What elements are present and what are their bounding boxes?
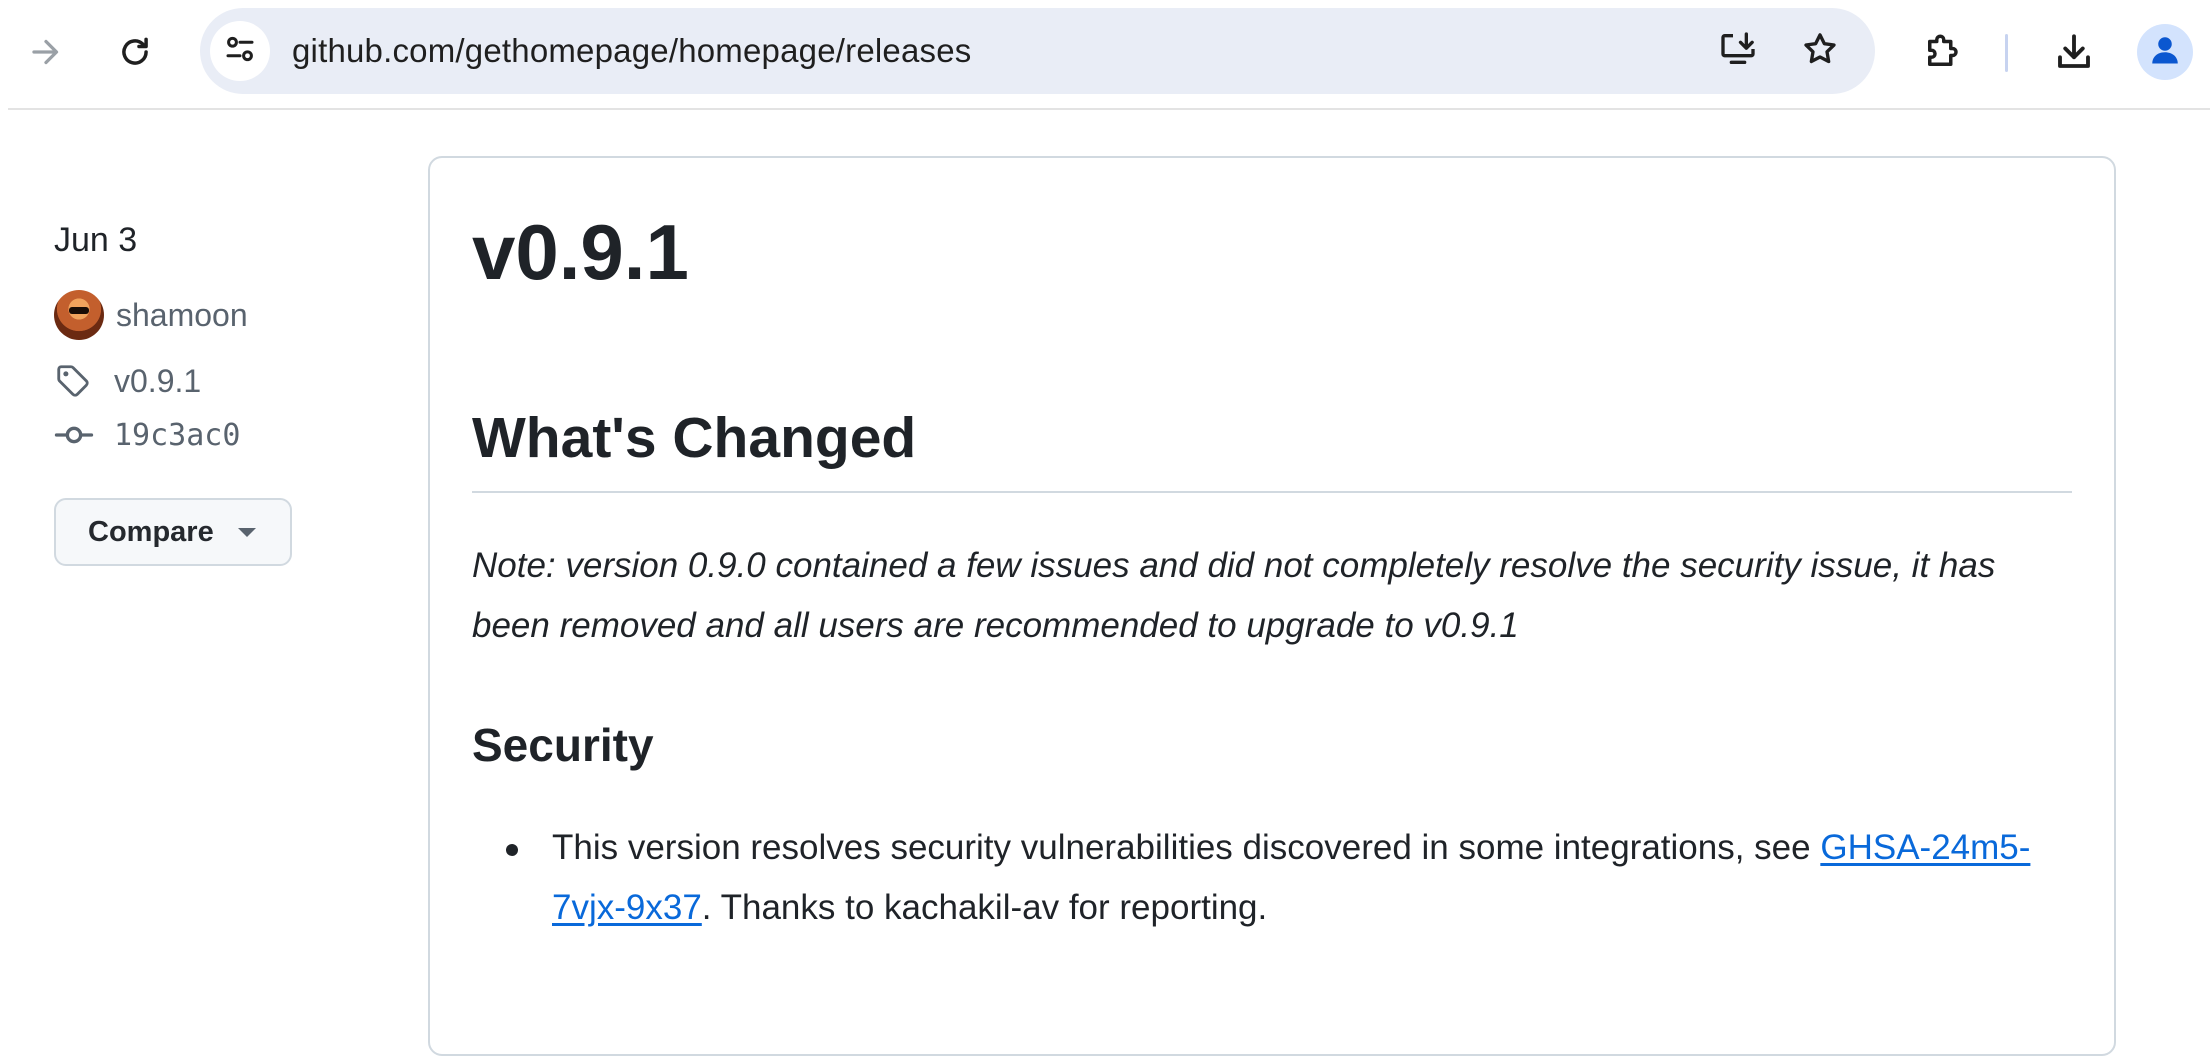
release-note: Note: version 0.9.0 contained a few issu…: [472, 546, 1996, 645]
site-info-button[interactable]: [210, 21, 270, 81]
release-commit[interactable]: 19c3ac0: [54, 411, 384, 459]
tune-icon: [222, 31, 258, 72]
person-icon: [2147, 32, 2183, 73]
commit-sha[interactable]: 19c3ac0: [114, 418, 240, 453]
security-item-suffix: . Thanks to kachakil-av for reporting.: [701, 888, 1268, 927]
release-sidebar: Jun 3 shamoon v0.9.1 19c3ac0 Compare: [54, 215, 384, 566]
security-list: This version resolves security vulnerabi…: [470, 818, 2080, 938]
url-text[interactable]: github.com/gethomepage/homepage/releases: [292, 8, 971, 94]
toolbar-separator: [2005, 34, 2008, 72]
address-bar[interactable]: github.com/gethomepage/homepage/releases: [200, 8, 1875, 94]
profile-button[interactable]: [2137, 24, 2193, 80]
tag-icon: [54, 359, 98, 403]
arrow-right-icon: [28, 34, 64, 70]
downloads-button[interactable]: [2044, 22, 2104, 82]
install-app-icon: [1718, 29, 1758, 74]
security-item-text: This version resolves security vulnerabi…: [552, 828, 1821, 867]
toolbar-divider: [8, 108, 2210, 110]
reload-button[interactable]: [105, 22, 165, 82]
release-date: Jun 3: [54, 221, 138, 259]
star-icon: [1800, 29, 1840, 74]
bookmark-button[interactable]: [1790, 21, 1850, 81]
reload-icon: [116, 33, 154, 71]
release-author[interactable]: shamoon: [54, 287, 384, 343]
release-tag[interactable]: v0.9.1: [54, 357, 384, 405]
list-item: This version resolves security vulnerabi…: [470, 818, 2080, 938]
commit-icon: [54, 413, 98, 457]
heading-divider: [472, 491, 2072, 493]
puzzle-icon: [1921, 31, 1963, 73]
compare-button[interactable]: Compare: [54, 498, 292, 566]
browser-toolbar: github.com/gethomepage/homepage/releases: [0, 0, 2210, 108]
author-name[interactable]: shamoon: [116, 297, 248, 334]
download-icon: [2053, 31, 2095, 73]
security-heading: Security: [472, 719, 654, 771]
whats-changed-heading: What's Changed: [472, 406, 917, 470]
tag-name[interactable]: v0.9.1: [114, 363, 201, 400]
extensions-button[interactable]: [1912, 22, 1972, 82]
bullet-icon: [506, 844, 518, 856]
release-title[interactable]: v0.9.1: [472, 209, 689, 296]
install-app-button[interactable]: [1708, 21, 1768, 81]
compare-label: Compare: [88, 515, 214, 548]
triangle-down-icon: [237, 527, 256, 537]
forward-button[interactable]: [16, 22, 76, 82]
avatar[interactable]: [54, 290, 104, 340]
